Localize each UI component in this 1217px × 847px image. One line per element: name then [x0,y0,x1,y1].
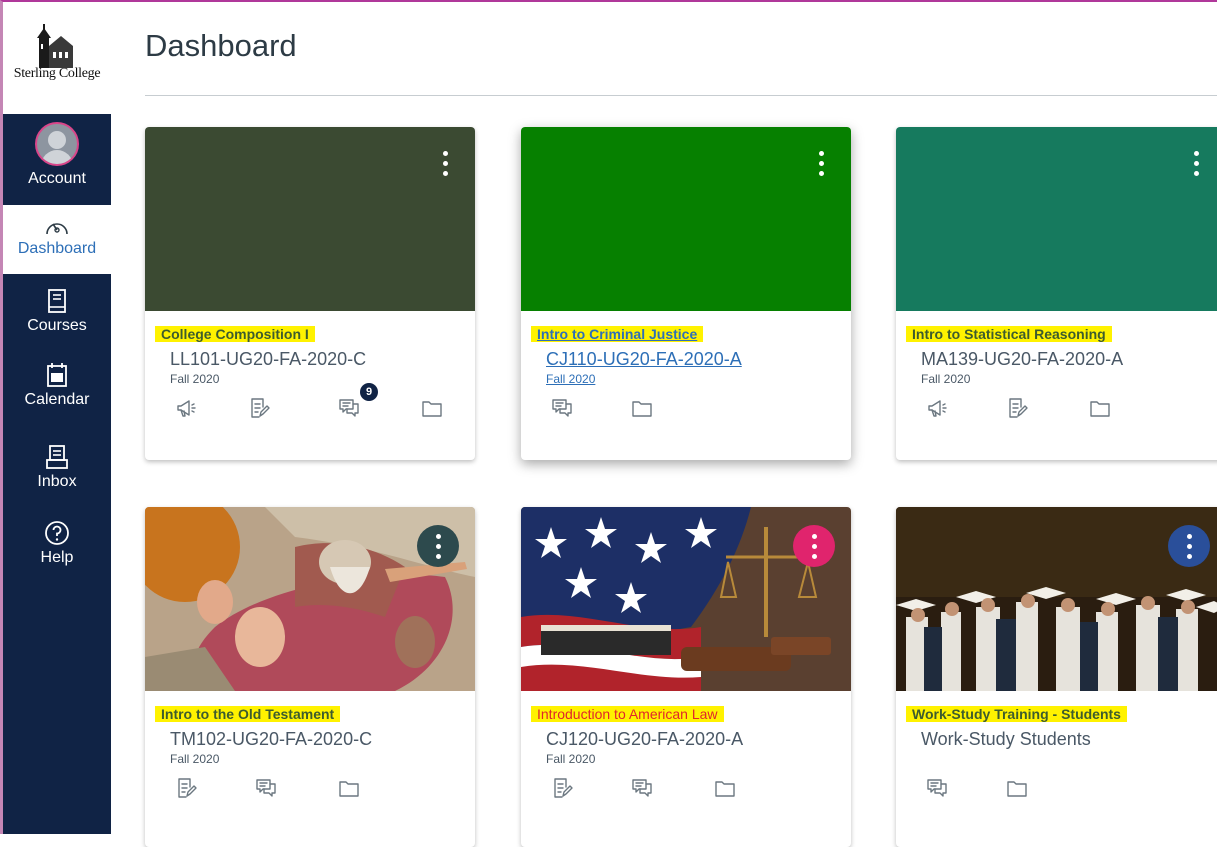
header-divider [145,95,1217,96]
nav-item-account[interactable]: Account [3,122,111,202]
course-name[interactable]: Work-Study Training - Students [906,706,1127,722]
course-code[interactable]: TM102-UG20-FA-2020-C [170,729,372,750]
discussions-icon[interactable] [551,397,573,419]
course-code[interactable]: MA139-UG20-FA-2020-A [921,349,1123,370]
announcements-icon[interactable] [175,397,197,419]
course-card-hero[interactable] [521,507,851,691]
files-icon[interactable] [338,777,360,799]
card-options-menu-icon[interactable] [1192,151,1200,183]
course-term: Fall 2020 [170,372,220,386]
course-name[interactable]: Intro to the Old Testament [155,706,341,722]
nav-label-help: Help [40,549,74,566]
discussions-icon[interactable] [255,777,277,799]
course-term: Fall 2020 [546,372,596,386]
page-title: Dashboard [145,28,297,63]
nav-bar: Account Dashboard Courses Calendar Inbox… [3,114,111,834]
logo-text: Sterling College [13,66,101,81]
nav-item-courses[interactable]: Courses [3,288,111,348]
course-card-actions: 9 [145,383,475,427]
course-card-actions [521,777,851,807]
nav-item-dashboard[interactable]: Dashboard [3,205,111,274]
nav-item-calendar[interactable]: Calendar [3,362,111,422]
nav-label-dashboard: Dashboard [17,240,97,257]
files-icon[interactable] [631,397,653,419]
card-options-menu-icon[interactable] [1168,525,1210,567]
course-code[interactable]: Work-Study Students [921,729,1091,750]
global-navigation: Sterling College Account Dashboard Cours… [3,2,111,834]
course-card[interactable]: Intro to Criminal Justice CJ110-UG20-FA-… [521,127,851,460]
card-options-menu-icon[interactable] [817,151,825,183]
files-icon[interactable] [1089,397,1111,419]
course-term: Fall 2020 [546,752,596,766]
course-card-actions [896,397,1217,427]
announcements-icon[interactable] [926,397,948,419]
course-card[interactable]: Intro to the Old Testament TM102-UG20-FA… [145,507,475,847]
nav-label-account: Account [28,170,86,187]
course-name[interactable]: Intro to Criminal Justice [531,326,704,342]
course-code[interactable]: CJ110-UG20-FA-2020-A [546,349,742,370]
unread-count-badge: 9 [360,383,378,401]
nav-label-courses: Courses [27,317,87,334]
card-options-menu-icon[interactable] [417,525,459,567]
course-card-actions [896,777,1217,807]
course-name[interactable]: Intro to Statistical Reasoning [906,326,1112,342]
college-building-logo [37,24,73,68]
discussions-icon[interactable] [631,777,653,799]
files-icon[interactable] [1006,777,1028,799]
assignments-icon[interactable] [248,397,270,419]
course-card-hero[interactable] [896,127,1217,311]
dashboard-gauge-icon [46,223,68,235]
help-icon [45,521,69,545]
course-name[interactable]: Introduction to American Law [531,706,724,722]
college-logo[interactable]: Sterling College [3,2,111,114]
courses-book-icon [48,289,66,313]
card-options-menu-icon[interactable] [793,525,835,567]
assignments-icon[interactable] [551,777,573,799]
course-card[interactable]: Introduction to American Law CJ120-UG20-… [521,507,851,847]
card-options-menu-icon[interactable] [441,151,449,183]
assignments-icon[interactable] [175,777,197,799]
assignments-icon[interactable] [1006,397,1028,419]
course-name[interactable]: College Composition I [155,326,315,342]
inbox-icon [46,445,68,469]
nav-label-calendar: Calendar [24,391,90,408]
nav-item-help[interactable]: Help [3,520,111,580]
course-card-hero[interactable] [896,507,1217,691]
course-card[interactable]: College Composition I LL101-UG20-FA-2020… [145,127,475,460]
course-code[interactable]: LL101-UG20-FA-2020-C [170,349,366,370]
course-term: Fall 2020 [921,372,971,386]
course-card-actions [145,777,475,807]
course-code[interactable]: CJ120-UG20-FA-2020-A [546,729,743,750]
files-icon[interactable] [421,397,443,419]
course-card-hero[interactable] [145,127,475,311]
course-card[interactable]: Intro to Statistical Reasoning MA139-UG2… [896,127,1217,460]
course-term: Fall 2020 [170,752,220,766]
calendar-icon [47,363,67,387]
nav-item-inbox[interactable]: Inbox [3,444,111,504]
course-image-graduates [896,507,1217,691]
course-card-hero[interactable] [521,127,851,311]
course-card[interactable]: Work-Study Training - Students Work-Stud… [896,507,1217,847]
discussions-icon[interactable] [338,397,360,419]
course-card-hero[interactable] [145,507,475,691]
files-icon[interactable] [714,777,736,799]
course-card-actions [521,397,851,427]
avatar [35,122,79,166]
discussions-icon[interactable] [926,777,948,799]
nav-label-inbox: Inbox [37,473,77,490]
